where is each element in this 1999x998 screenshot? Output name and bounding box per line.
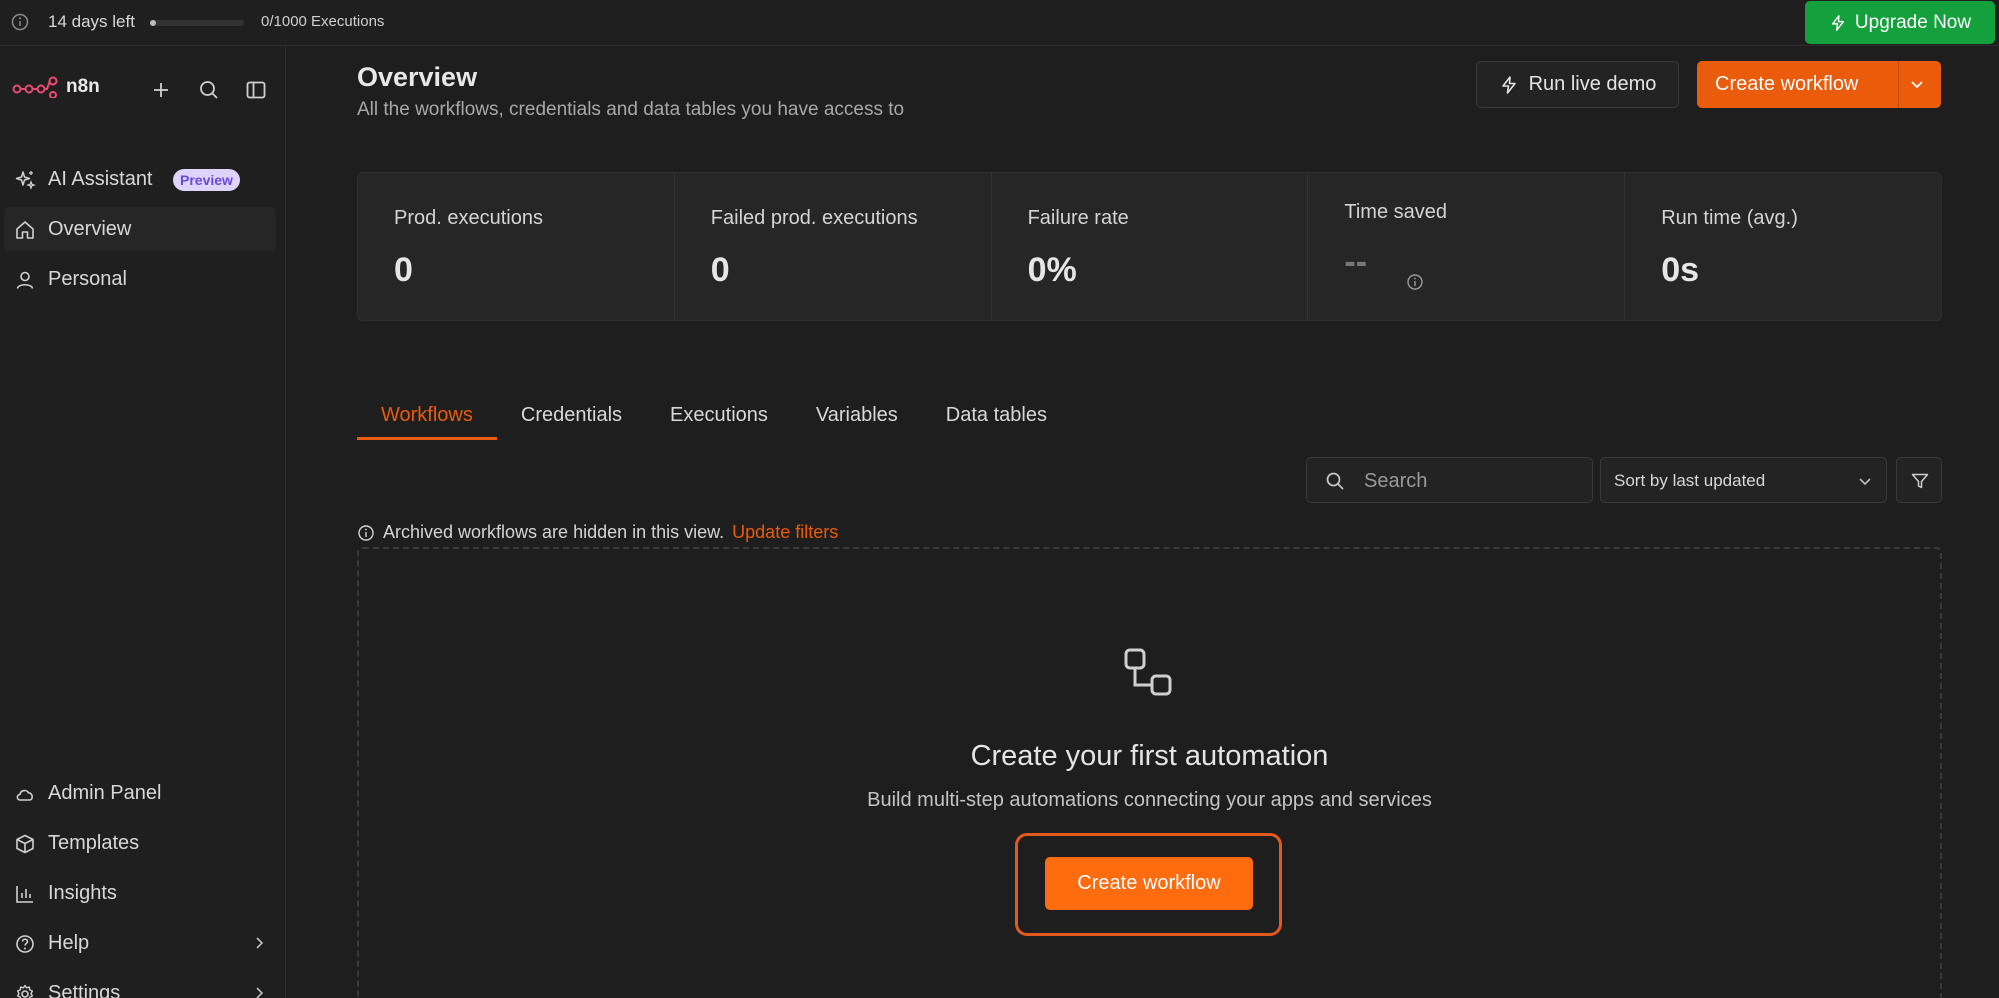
plus-icon[interactable] (149, 78, 173, 102)
sidebar-item-label: Overview (48, 218, 132, 240)
sidebar-item-templates[interactable]: Templates (4, 821, 276, 865)
button-divider (1898, 61, 1899, 108)
sidebar-item-label: Settings (48, 982, 121, 998)
update-filters-link[interactable]: Update filters (732, 522, 838, 543)
resource-tabs: Workflows Credentials Executions Variabl… (357, 400, 1071, 440)
user-icon (16, 271, 34, 289)
logo-text: n8n (66, 76, 100, 97)
executions-count: 0/1000 Executions (261, 13, 385, 30)
create-workflow-label: Create workflow (1715, 73, 1859, 95)
empty-state-subtitle: Build multi-step automations connecting … (867, 789, 1432, 811)
gear-icon (16, 984, 34, 998)
sidebar-item-label: Insights (48, 882, 117, 904)
stat-value: 0s (1661, 251, 1700, 289)
stat-label: Failed prod. executions (710, 207, 918, 229)
stat-label: Prod. executions (394, 207, 543, 229)
tab-credentials[interactable]: Credentials (497, 400, 646, 440)
chevron-down-icon (1859, 478, 1871, 486)
stat-time-saved[interactable]: Time saved -- (1308, 173, 1626, 320)
chevron-right-icon (256, 937, 264, 949)
stat-failed-executions[interactable]: Failed prod. executions 0 (675, 173, 992, 320)
sidebar-item-label: Templates (48, 832, 140, 854)
stat-prod-executions[interactable]: Prod. executions 0 (358, 173, 675, 320)
info-icon (358, 524, 374, 541)
insights-summary: Prod. executions 0 Failed prod. executio… (357, 172, 1942, 321)
bar-chart-icon (16, 886, 33, 903)
lightning-icon (1831, 14, 1845, 31)
sidebar-item-settings[interactable]: Settings (4, 971, 276, 998)
filter-button[interactable] (1896, 457, 1942, 503)
page-subtitle: All the workflows, credentials and data … (357, 99, 905, 120)
sort-value: Sort by last updated (1614, 471, 1766, 490)
archived-notice-text: Archived workflows are hidden in this vi… (383, 522, 725, 542)
tab-data-tables[interactable]: Data tables (922, 400, 1071, 440)
search-placeholder: Search (1364, 470, 1428, 492)
search-icon[interactable] (197, 78, 221, 102)
run-live-demo-label: Run live demo (1528, 73, 1657, 95)
stat-value: -- (1344, 243, 1368, 281)
chevron-down-icon[interactable] (1908, 75, 1926, 93)
stat-label: Time saved (1344, 201, 1448, 223)
tab-variables[interactable]: Variables (792, 400, 922, 440)
empty-state-title: Create your first automation (970, 740, 1329, 772)
sidebar-item-ai-assistant[interactable]: AI Assistant Preview (4, 157, 276, 201)
sidebar-item-label: AI Assistant (48, 168, 153, 190)
search-icon (1326, 472, 1344, 490)
stat-value: 0 (710, 251, 730, 289)
create-workflow-button-empty[interactable]: Create workflow (1045, 857, 1253, 910)
stat-label: Run time (avg.) (1661, 207, 1798, 229)
upgrade-now-button[interactable]: Upgrade Now (1805, 1, 1995, 44)
filter-icon (1911, 473, 1929, 489)
sidebar-item-overview[interactable]: Overview (4, 207, 276, 251)
n8n-logo[interactable]: n8n (12, 76, 100, 98)
archived-notice: Archived workflows are hidden in this vi… (357, 522, 838, 543)
sidebar: n8n AI Assistant Preview Overview Person… (0, 46, 286, 998)
sidebar-item-insights[interactable]: Insights (4, 871, 276, 915)
stat-value: 0 (394, 251, 413, 289)
preview-badge: Preview (173, 169, 240, 191)
upgrade-now-label: Upgrade Now (1854, 11, 1972, 33)
run-live-demo-button[interactable]: Run live demo (1476, 61, 1679, 108)
trial-days-left: 14 days left (48, 12, 135, 31)
sidebar-item-label: Help (48, 932, 90, 954)
info-icon[interactable] (1406, 273, 1424, 291)
stat-failure-rate[interactable]: Failure rate 0% (992, 173, 1309, 320)
stat-label: Failure rate (1027, 207, 1129, 229)
tab-executions[interactable]: Executions (646, 400, 792, 440)
sort-select[interactable]: Sort by last updated (1600, 457, 1887, 503)
sidebar-item-personal[interactable]: Personal (4, 257, 276, 301)
tab-workflows[interactable]: Workflows (357, 400, 497, 440)
create-workflow-button[interactable]: Create workflow (1697, 61, 1941, 108)
n8n-logo-icon (12, 76, 58, 98)
lightning-icon (1501, 75, 1516, 94)
workflow-icon (1124, 648, 1172, 696)
home-icon (16, 221, 34, 239)
executions-progress-bar (150, 20, 244, 26)
trial-banner: 14 days left 0/1000 Executions Upgrade N… (0, 0, 1999, 46)
help-circle-icon (16, 935, 34, 953)
search-input[interactable]: Search (1306, 457, 1593, 503)
info-icon (11, 13, 29, 31)
chevron-right-icon (256, 987, 264, 998)
box-icon (16, 834, 34, 854)
stat-run-time[interactable]: Run time (avg.) 0s (1625, 173, 1941, 320)
sidebar-item-help[interactable]: Help (4, 921, 276, 965)
sidebar-item-label: Personal (48, 268, 127, 290)
stat-value: 0% (1027, 251, 1077, 289)
sidebar-toggle-icon[interactable] (244, 78, 268, 102)
sparkles-icon (15, 171, 36, 190)
page-title: Overview (357, 62, 478, 92)
